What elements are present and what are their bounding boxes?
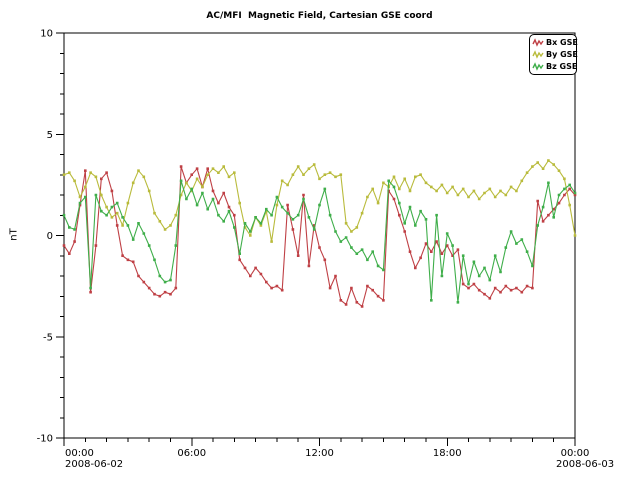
plot-frame — [64, 33, 575, 438]
legend-item-bx: Bx GSE — [532, 37, 574, 48]
x-tick-label: 12:00 — [305, 448, 334, 459]
y-tick-label: -10 — [37, 434, 53, 445]
series-bz — [63, 180, 577, 304]
legend-line-sample-by — [532, 50, 544, 59]
y-tick-label: 0 — [47, 231, 53, 242]
x-axis: 00:0006:0012:0018:0000:002008-06-022008-… — [64, 438, 614, 470]
series-bx-line — [64, 167, 575, 307]
series-by-line — [64, 161, 575, 242]
series-bz-line — [64, 181, 575, 302]
legend-label-bx: Bx GSE — [546, 38, 578, 47]
legend-label-bz: Bz GSE — [546, 62, 577, 71]
mfi-plot-window: 1050-5-1000:0006:0012:0018:0000:002008-0… — [0, 0, 640, 480]
x-axis-start-date: 2008-06-02 — [65, 459, 123, 470]
y-tick-label: 5 — [47, 130, 53, 141]
x-tick-label: 00:00 — [65, 448, 94, 459]
legend-line-sample-bx — [532, 38, 544, 47]
legend-label-by: By GSE — [546, 50, 578, 59]
y-axis-label: nT — [9, 228, 20, 240]
series-by-markers — [63, 159, 577, 243]
legend-line-sample-bz — [532, 62, 544, 71]
legend-item-bz: Bz GSE — [532, 61, 574, 72]
x-tick-label: 00:00 — [561, 448, 590, 459]
legend-item-by: By GSE — [532, 49, 574, 60]
chart-title: AC/MFI Magnetic Field, Cartesian GSE coo… — [64, 11, 575, 21]
legend: Bx GSE By GSE Bz GSE — [529, 34, 577, 75]
x-axis-end-date: 2008-06-03 — [556, 459, 614, 470]
y-tick-label: 10 — [40, 29, 53, 40]
x-tick-label: 18:00 — [433, 448, 462, 459]
x-tick-label: 06:00 — [177, 448, 206, 459]
y-axis: 10 5 0 -5 -10 — [37, 29, 64, 445]
series-bz-markers — [63, 180, 577, 304]
y-tick-label: -5 — [43, 332, 53, 343]
series-bx-markers — [63, 165, 577, 307]
series-by — [63, 159, 577, 243]
series-bx — [63, 165, 577, 307]
